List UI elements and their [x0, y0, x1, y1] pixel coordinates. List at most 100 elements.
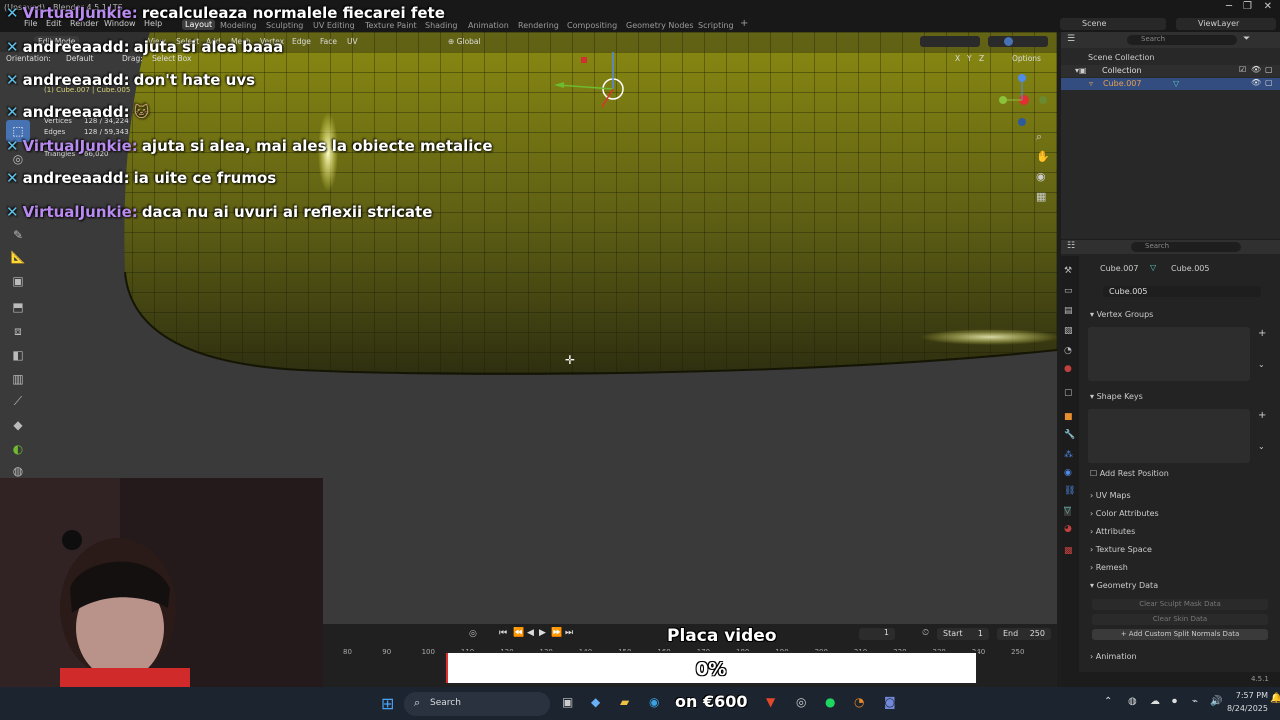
current-frame-field[interactable]: 1 [859, 628, 895, 640]
grid-view-icon[interactable]: ▦ [1036, 190, 1046, 203]
minimize-icon[interactable]: ─ [1226, 1, 1232, 12]
uv-maps-header[interactable]: › UV Maps [1090, 491, 1131, 500]
extrude-tool-icon[interactable]: ⬒ [6, 296, 30, 318]
modifier-tab-icon[interactable]: 🔧 [1064, 430, 1075, 440]
scene-selector[interactable]: Scene [1060, 18, 1166, 30]
texture-space-header[interactable]: › Texture Space [1090, 545, 1152, 554]
scene-collection-label[interactable]: Scene Collection [1088, 53, 1155, 62]
overlay-toggles[interactable] [920, 36, 980, 47]
steam-icon[interactable]: ◎ [796, 695, 806, 709]
transform-orientation[interactable]: ⊕ Global [448, 37, 481, 46]
prev-keyframe-icon[interactable]: ⏪ [513, 628, 524, 638]
camera-icon[interactable]: ◉ [1036, 170, 1046, 183]
render-tab-icon[interactable]: ▭ [1064, 286, 1073, 296]
start-menu-icon[interactable]: ⊞ [381, 694, 394, 713]
bevel-tool-icon[interactable]: ◧ [6, 344, 30, 366]
view-layer-tab-icon[interactable]: ▧ [1064, 326, 1073, 336]
viewport-menu-face[interactable]: Face [320, 37, 337, 46]
shape-keys-header[interactable]: ▾ Shape Keys [1090, 392, 1143, 401]
viewport-menu-uv[interactable]: UV [347, 37, 358, 46]
vertex-groups-list[interactable] [1088, 327, 1250, 381]
inset-tool-icon[interactable]: ⧈ [6, 320, 30, 342]
play-icon[interactable]: ▶ [539, 628, 546, 638]
blender-icon[interactable]: ◔ [854, 695, 864, 709]
outliner-row-collection[interactable]: ▾▣ Collection ☑ 👁 ▢ [1061, 65, 1280, 77]
navigation-gizmo[interactable] [995, 72, 1050, 127]
material-tab-icon[interactable]: ◕ [1064, 524, 1072, 534]
tray-icon[interactable]: ◍ [1128, 696, 1137, 707]
mic-icon[interactable]: ⏺ [1172, 696, 1177, 707]
properties-editor-icon[interactable]: ☷ [1067, 241, 1075, 251]
world-tab-icon[interactable]: ● [1064, 364, 1072, 374]
annotate-tool-icon[interactable]: ✎ [6, 224, 30, 246]
shape-keys-list[interactable] [1088, 409, 1250, 463]
color-attributes-header[interactable]: › Color Attributes [1090, 509, 1159, 518]
tray-chevron-icon[interactable]: ⌃ [1104, 696, 1112, 707]
spin-tool-icon[interactable]: ◐ [6, 438, 30, 460]
camera-icon[interactable]: ▢ [1265, 78, 1273, 87]
vertex-group-menu-icon[interactable]: ⌄ [1258, 360, 1265, 369]
outliner-search[interactable]: Search [1127, 35, 1237, 45]
shape-key-menu-icon[interactable]: ⌄ [1258, 442, 1265, 451]
viewport-menu-edge[interactable]: Edge [292, 37, 311, 46]
tab-uv-editing[interactable]: UV Editing [313, 21, 355, 30]
pan-hand-icon[interactable]: ✋ [1036, 150, 1050, 163]
tray-icon[interactable]: ☁ [1150, 696, 1160, 707]
restore-icon[interactable]: ❐ [1243, 1, 1252, 12]
network-icon[interactable]: ⌁ [1192, 696, 1198, 707]
viewlayer-selector[interactable]: ViewLayer [1176, 18, 1276, 30]
end-frame-field[interactable]: End 250 [997, 628, 1051, 640]
constraints-tab-icon[interactable]: ⛓ [1064, 486, 1075, 496]
next-keyframe-icon[interactable]: ⏩ [551, 628, 562, 638]
geometry-data-header[interactable]: ▾ Geometry Data [1090, 581, 1158, 590]
taskbar-search[interactable]: ⌕ Search [404, 692, 550, 716]
mesh-name-field[interactable]: Cube.005 [1103, 286, 1261, 297]
add-shape-key-icon[interactable]: + [1258, 410, 1266, 421]
options-dropdown[interactable]: Options [1012, 54, 1041, 63]
attributes-header[interactable]: › Attributes [1090, 527, 1135, 536]
camera-icon[interactable]: ▢ [1265, 65, 1273, 74]
tab-compositing[interactable]: Compositing [567, 21, 617, 30]
copilot-icon[interactable]: ◆ [591, 695, 600, 709]
clear-sculpt-mask-button[interactable]: Clear Sculpt Mask Data [1092, 599, 1268, 610]
mirror-y[interactable]: Y [967, 54, 972, 63]
filter-icon[interactable]: ⏷ [1243, 34, 1250, 44]
physics-tab-icon[interactable]: ◉ [1064, 468, 1072, 478]
add-rest-position-checkbox[interactable]: ☐ Add Rest Position [1090, 469, 1169, 478]
add-cube-tool-icon[interactable]: ▣ [6, 270, 30, 292]
tab-scripting[interactable]: Scripting [698, 21, 734, 30]
task-view-icon[interactable]: ▣ [562, 695, 573, 709]
solid-shading-icon[interactable] [1004, 37, 1013, 46]
measure-tool-icon[interactable]: 📐 [6, 246, 30, 268]
jump-start-icon[interactable]: ⏮ [499, 628, 507, 638]
clock-date[interactable]: 8/24/2025 [1222, 704, 1268, 713]
transform-gizmo[interactable] [550, 52, 630, 132]
properties-search[interactable]: Search [1131, 242, 1241, 252]
edge-icon[interactable]: ◉ [649, 695, 659, 709]
tab-texture-paint[interactable]: Texture Paint [365, 21, 417, 30]
remesh-header[interactable]: › Remesh [1090, 563, 1128, 572]
tool-tab-icon[interactable]: ⚒ [1064, 266, 1072, 276]
tab-shading[interactable]: Shading [425, 21, 458, 30]
close-icon[interactable]: ✕ [1264, 1, 1272, 12]
mirror-x[interactable]: X [955, 54, 960, 63]
tab-rendering[interactable]: Rendering [518, 21, 559, 30]
volume-icon[interactable]: 🔊 [1210, 696, 1222, 707]
checkbox-icon[interactable]: ☑ [1239, 65, 1246, 74]
scene-tab-icon[interactable]: ◔ [1064, 346, 1072, 356]
add-vertex-group-icon[interactable]: + [1258, 328, 1266, 339]
stopwatch-icon[interactable]: ⏲ [922, 628, 929, 638]
record-icon[interactable]: ◎ [469, 629, 477, 639]
brave-icon[interactable]: ▼ [766, 695, 775, 709]
mesh-data-tab-icon[interactable]: ▽ [1064, 506, 1071, 516]
discord-icon[interactable]: ◙ [884, 695, 896, 709]
particles-tab-icon[interactable]: ⁂ [1064, 450, 1073, 460]
add-custom-split-normals-button[interactable]: + Add Custom Split Normals Data [1092, 629, 1268, 640]
clear-skin-data-button[interactable]: Clear Skin Data [1092, 614, 1268, 625]
texture-tab-icon[interactable]: ▩ [1064, 546, 1073, 556]
clock-time[interactable]: 7:57 PM [1228, 691, 1268, 700]
tab-animation[interactable]: Animation [468, 21, 509, 30]
object-tab-icon[interactable]: ■ [1064, 412, 1073, 422]
eye-icon[interactable]: 👁 [1251, 78, 1261, 87]
file-explorer-icon[interactable]: ▰ [620, 695, 629, 709]
